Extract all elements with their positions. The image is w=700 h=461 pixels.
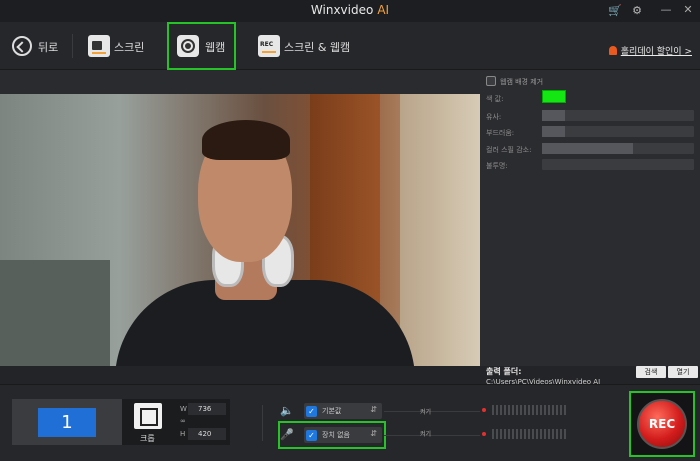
similarity-slider[interactable]: [542, 110, 694, 121]
microphone-connector: [384, 435, 480, 436]
system-audio-connector: [384, 411, 480, 412]
promo-link-text: 홀리데이 할인이 >: [620, 47, 692, 57]
level-dot: [482, 408, 486, 412]
crop-icon[interactable]: [134, 403, 162, 429]
height-key: H: [180, 430, 186, 438]
rec-icon: REC: [258, 35, 280, 57]
similarity-label: 유사:: [486, 113, 502, 121]
spill-slider[interactable]: [542, 143, 694, 154]
bell-icon: [608, 46, 617, 55]
preview-top-strip: [0, 70, 480, 94]
opacity-label: 불투명:: [486, 162, 508, 170]
rec-label: REC: [648, 417, 676, 431]
browse-button[interactable]: 검색: [636, 366, 666, 378]
level-bars: [492, 429, 568, 439]
back-arrow-icon[interactable]: [12, 36, 32, 56]
app-title: Winxvideo AI: [0, 3, 700, 17]
spill-fill: [542, 143, 633, 154]
crop-label: 크롭: [140, 434, 155, 443]
tab-webcam[interactable]: 웹캠: [167, 22, 236, 70]
person-hair: [202, 120, 290, 160]
tab-webcam-label: 웹캠: [205, 41, 226, 54]
level-bars: [492, 405, 568, 415]
color-label: 색 값:: [486, 95, 504, 103]
rec-button-frame: REC: [629, 391, 695, 457]
remove-bg-label: 웹캠 배경 제거: [500, 78, 544, 86]
screen-number: 1: [38, 408, 96, 437]
screen-selector[interactable]: 1: [12, 399, 122, 445]
tab-screen-webcam[interactable]: REC 스크린 & 웹캠: [252, 22, 362, 70]
microphone-toggle[interactable]: 켜기: [420, 429, 431, 438]
output-folder-label: 출력 폴더:: [486, 367, 522, 376]
height-field[interactable]: 420: [188, 428, 226, 440]
title-bar: Winxvideo AI 🛒 ⚙ — ✕: [0, 0, 700, 22]
rec-button[interactable]: REC: [637, 399, 687, 449]
webcam-icon: [177, 35, 199, 57]
mode-toolbar: 뒤로 스크린 웹캠 REC 스크린 & 웹캠 홀리데이 할인이 >: [0, 22, 700, 70]
system-audio-meter: [482, 405, 570, 415]
color-swatch[interactable]: [542, 90, 566, 103]
width-field[interactable]: 736: [188, 403, 226, 415]
width-key: W: [180, 405, 187, 413]
smoothness-label: 부드러움:: [486, 129, 515, 137]
microphone-icon[interactable]: 🎤: [280, 428, 294, 441]
system-audio-value: 기본값: [322, 407, 342, 415]
system-audio-toggle[interactable]: 켜기: [420, 407, 431, 416]
back-button[interactable]: 뒤로: [38, 39, 58, 55]
app-name: Winxvideo: [310, 3, 374, 17]
tab-screen[interactable]: 스크린: [82, 22, 162, 70]
webcam-settings-panel: 웹캠 배경 제거 색 값: 유사: 부드러움: 컬러 스필 감소: 불투명: 출…: [480, 70, 700, 386]
opacity-slider[interactable]: [542, 159, 694, 170]
tab-screen-label: 스크린: [114, 41, 145, 54]
tab-screen-webcam-label: 스크린 & 웹캠: [284, 41, 351, 54]
camera-icon: [88, 35, 110, 57]
open-folder-button[interactable]: 열기: [668, 366, 698, 378]
spill-label: 컬러 스필 감소:: [486, 146, 532, 154]
bottom-controls: 1 크롭 W 736 ∞ H 420 🔈 기본값 ⇵ ✓ 🎤 장치 없음 ⇵ ✓…: [0, 384, 700, 461]
remove-bg-checkbox[interactable]: [486, 76, 496, 86]
cart-icon[interactable]: 🛒: [608, 4, 622, 18]
microphone-value: 장치 없음: [322, 431, 350, 439]
promo-link[interactable]: 홀리데이 할인이 >: [608, 44, 692, 57]
speaker-icon[interactable]: 🔈: [280, 404, 294, 417]
microphone-checkbox[interactable]: ✓: [306, 430, 317, 441]
system-audio-checkbox[interactable]: ✓: [306, 406, 317, 417]
divider: [262, 405, 263, 441]
app-window: Winxvideo AI 🛒 ⚙ — ✕ 뒤로 스크린 웹캠 REC 스크린 &…: [0, 0, 700, 461]
chevron-updown-icon: ⇵: [370, 429, 377, 438]
minimize-icon[interactable]: —: [660, 3, 672, 16]
crop-panel: 크롭 W 736 ∞ H 420: [122, 399, 230, 445]
app-suffix: AI: [377, 3, 390, 17]
link-icon[interactable]: ∞: [180, 417, 186, 425]
preview-background-shelf: [0, 260, 110, 366]
smoothness-slider[interactable]: [542, 126, 694, 137]
webcam-preview: [0, 70, 480, 366]
preview-background-wall: [400, 94, 480, 366]
microphone-meter: [482, 429, 570, 439]
smoothness-fill: [542, 126, 565, 137]
chevron-updown-icon: ⇵: [370, 405, 377, 414]
level-dot: [482, 432, 486, 436]
similarity-fill: [542, 110, 565, 121]
close-icon[interactable]: ✕: [682, 3, 694, 16]
divider: [72, 34, 73, 58]
settings-icon[interactable]: ⚙: [630, 4, 644, 18]
